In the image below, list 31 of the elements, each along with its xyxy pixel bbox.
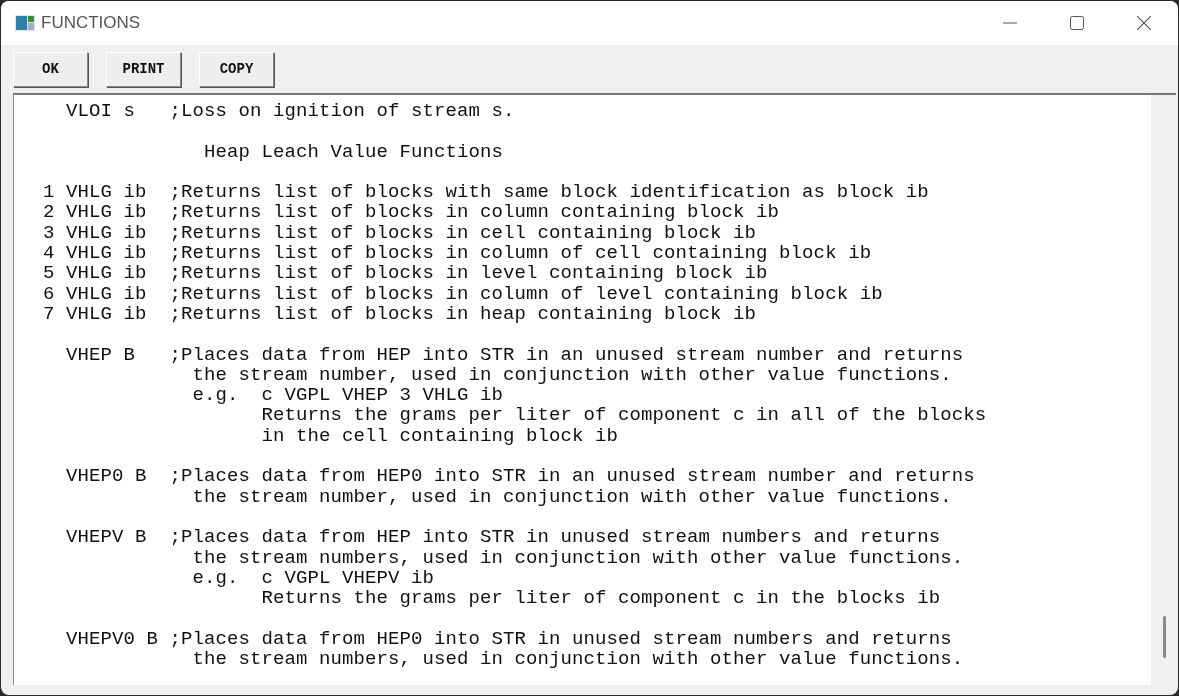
- text-line: 1 VHLG ib ;Returns list of blocks with same block identification as block ib: [43, 182, 930, 203]
- text-line: the stream number, used in conjunction with other value functions.: [192, 364, 953, 386]
- scrollbar-thumb[interactable]: [1163, 616, 1166, 658]
- text-line: Returns the grams per liter of component c in the blocks ib: [260, 588, 942, 609]
- text-line: 7 VHLG ib ;Returns list of blocks in heap containing block ib: [43, 303, 757, 325]
- toolbar-button[interactable]: COPY: [199, 51, 274, 87]
- text-line: VHEP B ;Places data from HEP into STR in an unused stream number and returns: [65, 344, 965, 365]
- text-line: 2 VHLG ib ;Returns list of blocks in column containing block ib: [43, 202, 781, 223]
- minimize-icon[interactable]: [1003, 22, 1017, 24]
- window-title: FUNCTIONS: [41, 13, 141, 33]
- toolbar-button[interactable]: PRINT: [106, 51, 181, 87]
- toolbar-button[interactable]: OK: [13, 51, 88, 87]
- maximize-icon[interactable]: [1070, 16, 1084, 30]
- text-line: 3 VHLG ib ;Returns list of blocks in cell containing block ib: [43, 222, 758, 244]
- text-line: e.g. c VGPL VHEPV ib: [191, 567, 436, 589]
- text-line: the stream numbers, used in conjunction with other value functions.: [191, 649, 965, 670]
- text-line: the stream numbers, used in conjunction with other value functions.: [191, 547, 965, 568]
- text-line: 4 VHLG ib ;Returns list of blocks in column of cell containing block ib: [43, 243, 873, 264]
- text-line: VHEPV0 B ;Places data from HEP0 into STR in unused stream numbers and returns: [65, 628, 953, 649]
- text-line: Heap Leach Value Functions: [203, 141, 505, 162]
- text-line: e.g. c VGPL VHEP 3 VHLG ib: [191, 385, 505, 406]
- text-line: in the cell containing block ib: [260, 425, 620, 447]
- close-icon[interactable]: [1137, 16, 1151, 30]
- text-line: the stream number, used in conjunction with other value functions.: [191, 486, 953, 507]
- text-line: Returns the grams per liter of component c in all of the blocks: [260, 405, 988, 426]
- app-icon: [15, 15, 35, 31]
- text-line: VLOI s ;Loss on ignition of stream s.: [65, 101, 516, 122]
- text-line: 5 VHLG ib ;Returns list of blocks in level containing block ib: [43, 263, 769, 284]
- text-line: VHEPV B ;Places data from HEP into STR in unused stream numbers and returns: [65, 527, 942, 548]
- text-line: 6 VHLG ib ;Returns list of blocks in column of level containing block ib: [43, 283, 884, 304]
- text-line: VHEP0 B ;Places data from HEP0 into STR in an unused stream number and returns: [65, 466, 976, 487]
